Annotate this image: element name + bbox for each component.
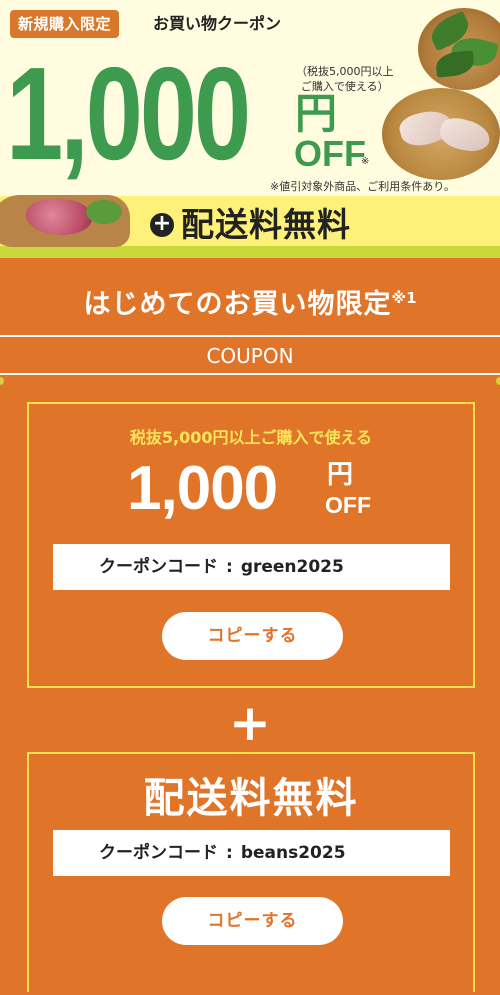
coupon-off: OFF [325,492,371,518]
coupon-amount: 1,000 [127,454,278,523]
coupon-code-label: クーポンコード [99,843,218,863]
coupon-condition: 税抜5,000円以上ご購入で使える [129,428,373,447]
hero-banner: 新規購入限定 お買い物クーポン 1,000 （税抜5,000円以上 ご購入で使え… [0,0,500,258]
discount-amount: 1,000 [6,40,251,187]
decor-dot [496,377,500,385]
copy-code-button[interactable]: コピーする [162,612,343,660]
free-shipping-label: 配送料無料 [181,205,351,244]
hero-condition-line1: （税抜5,000円以上 [296,65,394,78]
decor-dot [0,377,4,385]
coupon-yen: 円 [327,460,354,490]
coupon-label: COUPON [206,344,294,368]
herb-image [86,200,122,224]
off-label: OFF [294,133,366,174]
off-note-mark: ※ [361,156,370,167]
new-customer-badge: 新規購入限定 [10,10,120,38]
coupon-code-separator: : [226,557,233,577]
plus-icon: + [229,694,271,752]
hero-disclaimer: ※値引対象外商品、ご利用条件あり。 [270,180,455,193]
coupon-code-label: クーポンコード [99,557,218,577]
free-shipping-title: 配送料無料 [143,774,359,822]
hero-green-strip [0,246,500,258]
first-purchase-heading: はじめてのお買い物限定※1 [0,280,500,323]
coupon-code-value: green2025 [240,557,344,577]
coupon-card-free-shipping: 配送料無料 クーポンコード: beans2025 コピーする [27,752,475,992]
copy-code-button[interactable]: コピーする [162,897,343,945]
coupon-code-separator: : [226,843,233,863]
plus-circle-icon: + [150,213,174,237]
divider-bottom [0,373,500,375]
coupon-card-discount: 税抜5,000円以上ご購入で使える 1,000 円 OFF クーポンコード: gr… [27,402,475,688]
coupon-code-value: beans2025 [240,843,346,863]
divider-top [0,335,500,337]
footnote-mark: ※1 [391,289,417,307]
hero-title: お買い物クーポン [153,14,282,33]
coupon-code-field[interactable]: クーポンコード: beans2025 [53,830,450,876]
yen-label: 円 [295,89,338,138]
first-purchase-heading-text: はじめてのお買い物限定 [83,289,392,320]
coupon-code-field[interactable]: クーポンコード: green2025 [53,544,450,590]
